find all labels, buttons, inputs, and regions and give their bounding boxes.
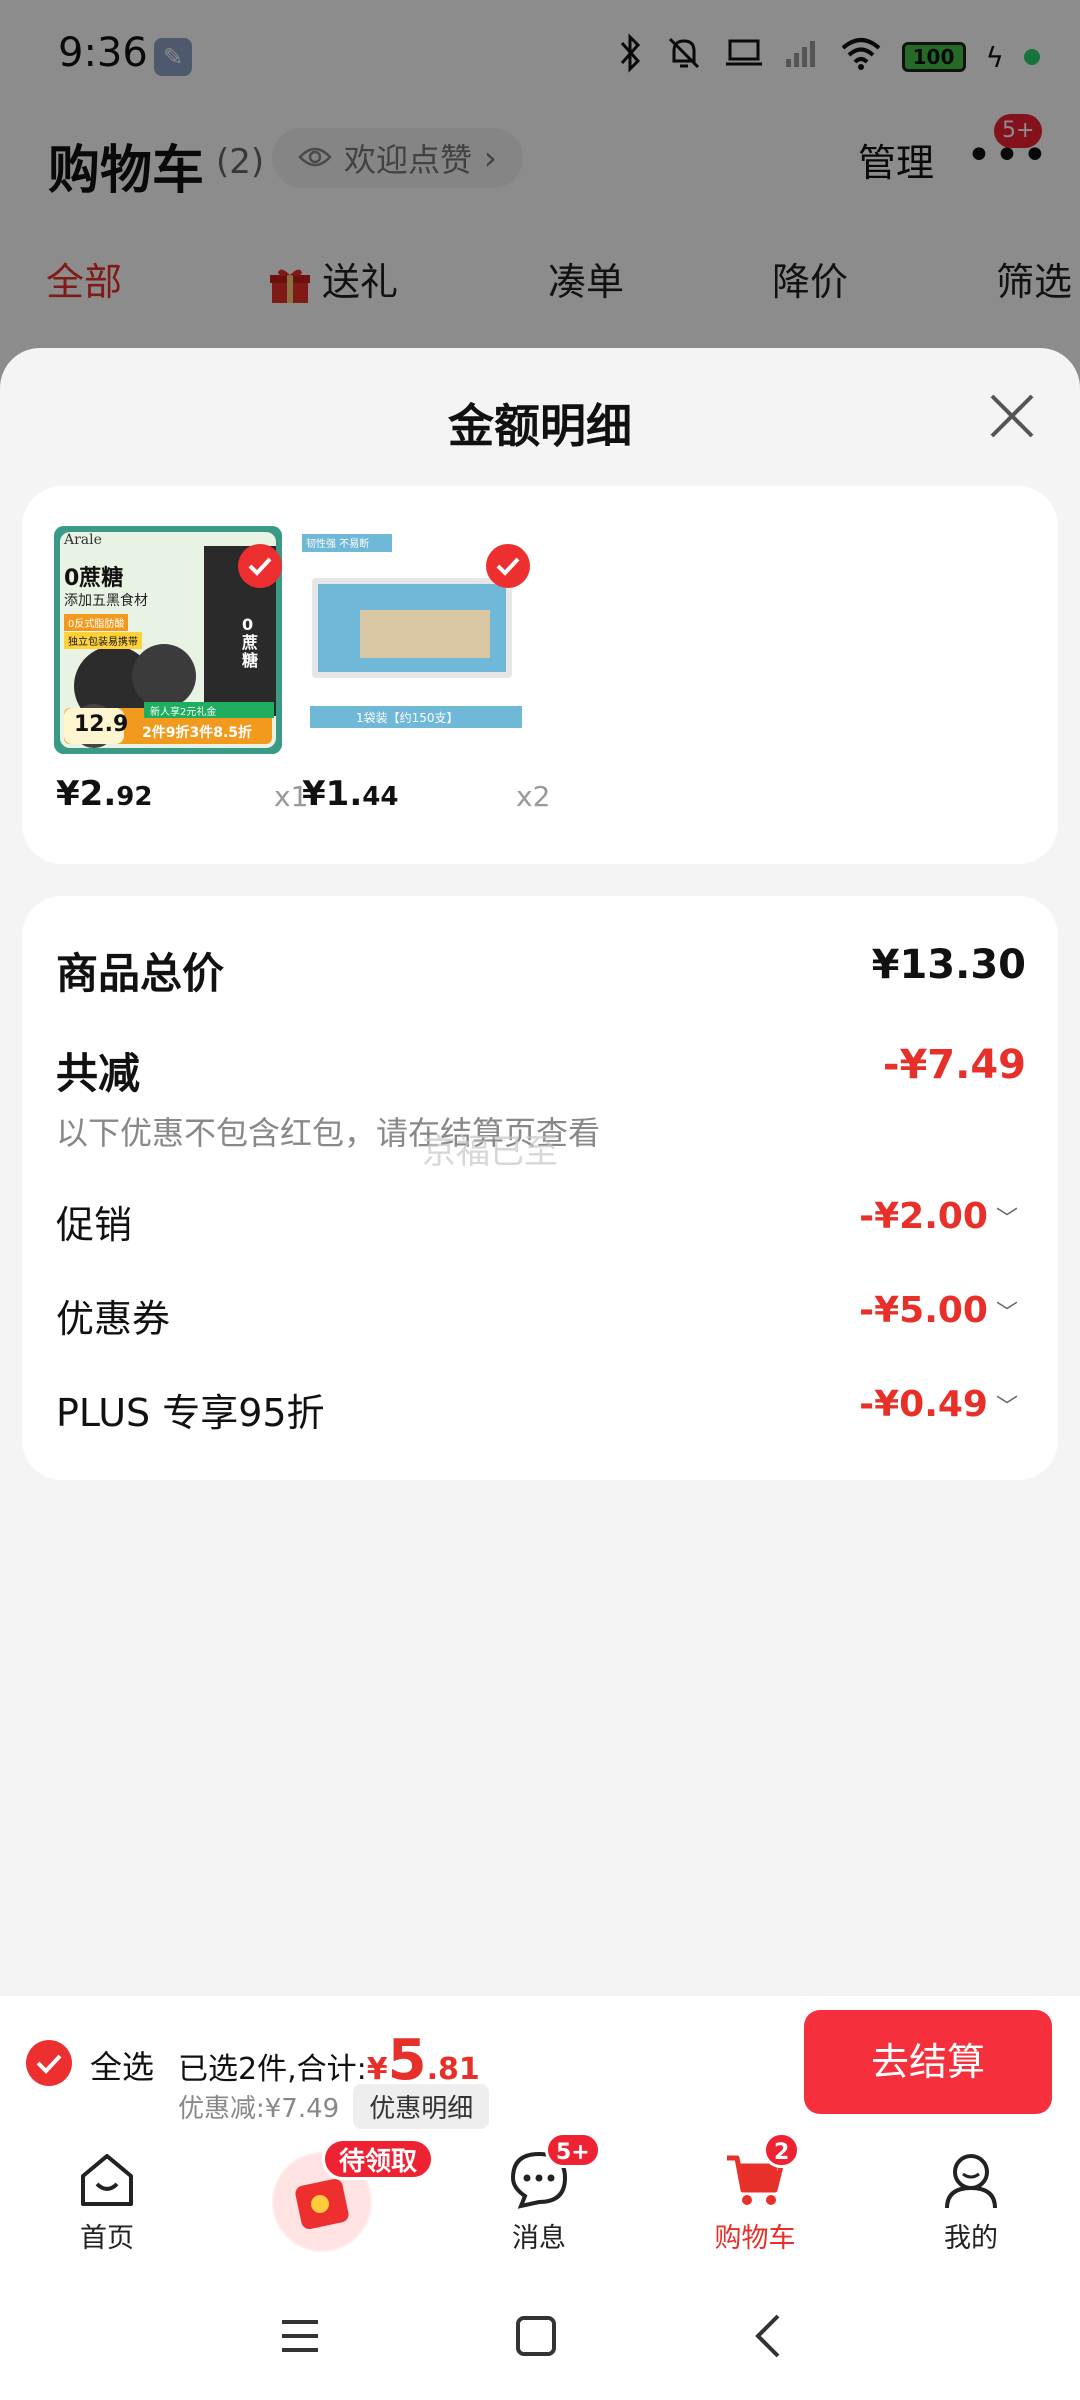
discount-detail-button[interactable]: 优惠明细: [353, 2084, 490, 2129]
system-nav-bar: [0, 2272, 1080, 2400]
home-square-icon[interactable]: [506, 2306, 566, 2366]
nav-home[interactable]: 首页: [32, 2148, 182, 2255]
nav-cart-label: 购物车: [714, 2223, 796, 2254]
chevron-down-icon: ﹀: [995, 1300, 1018, 1326]
select-all-label[interactable]: 全选: [90, 2042, 154, 2088]
chevron-down-icon: ﹀: [995, 1206, 1018, 1232]
product-image-line: 添加五黑食材: [64, 593, 148, 609]
product-image-title: 0蔗糖: [64, 566, 124, 591]
product-item[interactable]: 韧性强 不易断 1袋装【约150支】 ¥1.44 x2: [300, 526, 550, 814]
watermark: 京福已至: [422, 1132, 558, 1172]
product-image-promo: 2件9折3件8.5折: [142, 725, 253, 741]
menu-icon[interactable]: [270, 2306, 330, 2366]
price-main: ¥1.: [302, 774, 363, 814]
product-image-promo2: 新人享2元礼金: [150, 707, 217, 718]
discount-line: 优惠减:¥7.49 优惠明细: [178, 2084, 490, 2129]
nav-cart[interactable]: 2 购物车: [680, 2132, 830, 2255]
total-price-label: 商品总价: [56, 949, 225, 998]
back-icon[interactable]: [740, 2306, 800, 2366]
nav-messages-label: 消息: [512, 2223, 566, 2254]
price-main: ¥2.: [56, 774, 117, 814]
promotion-amount: -¥2.00: [859, 1196, 988, 1237]
cart-icon: 2: [723, 2132, 801, 2212]
selected-products-card: Arale 0蔗糖 添加五黑食材 0反式脂肪酸 独立包装易携带 0蔗糖 新人享2…: [22, 486, 1058, 864]
home-icon: [75, 2148, 139, 2212]
product-image-tag: 0反式脂肪酸: [64, 614, 129, 631]
select-all-check-icon[interactable]: [26, 2040, 72, 2086]
product-item[interactable]: Arale 0蔗糖 添加五黑食材 0反式脂肪酸 独立包装易携带 0蔗糖 新人享2…: [54, 526, 308, 814]
amount-detail-sheet: 金额明细 Arale 0蔗糖 添加五黑食材 0反式脂肪酸 独立包装易携带 0蔗糖…: [0, 348, 1080, 1996]
product-image-pack: 1袋装【约150支】: [356, 711, 459, 725]
nav-me-label: 我的: [944, 2223, 998, 2254]
promo-tag[interactable]: 待领取: [322, 2138, 435, 2180]
total-reduce-label: 共减: [56, 1049, 141, 1098]
selected-count-text: 已选2件,合计:: [178, 2052, 367, 2087]
price-summary-card: 商品总价 ¥13.30 共减 -¥7.49 以下优惠不包含红包，请在结算页查看 …: [22, 896, 1058, 1480]
nav-messages[interactable]: 5+ 消息: [464, 2132, 614, 2255]
price-cents: 92: [116, 782, 153, 812]
chevron-down-icon: ﹀: [995, 1394, 1018, 1420]
product-check-icon[interactable]: [238, 544, 282, 588]
product-image-price: 12.9: [74, 712, 129, 737]
price-cents: 44: [362, 782, 399, 812]
coupon-amount: -¥5.00: [859, 1290, 988, 1331]
product-check-icon[interactable]: [486, 544, 530, 588]
plus-discount-value[interactable]: -¥0.49 ﹀: [859, 1384, 1018, 1425]
promotion-value[interactable]: -¥2.00 ﹀: [859, 1196, 1018, 1237]
plus-discount-label: PLUS 专享95折: [56, 1391, 325, 1435]
messages-badge: 5+: [545, 2132, 601, 2168]
checkout-bar: 全选 已选2件,合计:¥5.81 优惠减:¥7.49 优惠明细 去结算: [0, 1996, 1080, 2132]
checkout-button[interactable]: 去结算: [804, 2010, 1052, 2114]
user-icon: [939, 2148, 1003, 2212]
nav-me[interactable]: 我的: [896, 2148, 1046, 2255]
total-reduce-value: -¥7.49: [882, 1042, 1026, 1088]
close-icon[interactable]: [986, 390, 1038, 442]
promotion-label: 促销: [56, 1203, 133, 1247]
product-price: ¥1.44: [302, 774, 398, 814]
coupon-value[interactable]: -¥5.00 ﹀: [859, 1290, 1018, 1331]
total-decimal: .81: [426, 2052, 480, 2087]
cart-badge: 2: [763, 2132, 801, 2168]
sheet-title: 金额明细: [448, 399, 632, 453]
product-brand: Arale: [64, 532, 102, 548]
product-qty: x2: [516, 780, 551, 813]
chat-bubble-icon: 5+: [507, 2132, 601, 2212]
nav-home-label: 首页: [80, 2223, 134, 2254]
product-image-side: 0蔗糖: [242, 615, 259, 670]
coupon-label: 优惠券: [56, 1297, 171, 1341]
discount-text: 优惠减:¥7.49: [178, 2094, 340, 2124]
total-currency: ¥: [366, 2052, 388, 2087]
product-image-tag: 韧性强 不易断: [306, 539, 370, 550]
total-price-value: ¥13.30: [871, 942, 1026, 988]
product-price: ¥2.92: [56, 774, 152, 814]
bottom-nav: 首页 5+ 消息 2 购物车 我的: [0, 2132, 1080, 2272]
plus-amount: -¥0.49: [859, 1384, 988, 1425]
product-image-tag: 独立包装易携带: [64, 632, 142, 649]
